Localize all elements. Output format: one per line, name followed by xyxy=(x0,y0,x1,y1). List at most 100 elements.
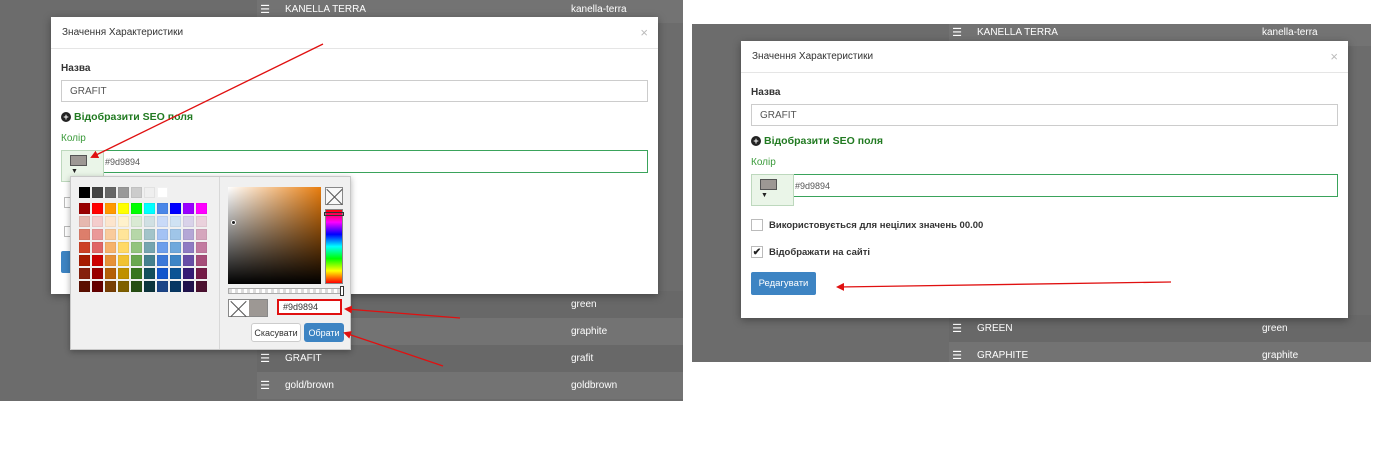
palette-color-swatch[interactable] xyxy=(105,255,116,266)
palette-color-swatch[interactable] xyxy=(131,216,142,227)
palette-color-swatch[interactable] xyxy=(170,242,181,253)
palette-color-swatch[interactable] xyxy=(79,203,90,214)
palette-color-swatch[interactable] xyxy=(92,268,103,279)
alpha-slider[interactable] xyxy=(228,286,344,296)
palette-color-swatch[interactable] xyxy=(170,203,181,214)
palette-color-swatch[interactable] xyxy=(118,187,129,198)
palette-color-swatch[interactable] xyxy=(105,203,116,214)
hamburger-icon[interactable]: ☰ xyxy=(257,352,273,365)
palette-color-swatch[interactable] xyxy=(79,216,90,227)
palette-color-swatch[interactable] xyxy=(118,216,129,227)
show-on-site-checkbox[interactable]: ✔ xyxy=(751,246,763,258)
palette-color-swatch[interactable] xyxy=(92,255,103,266)
palette-color-swatch[interactable] xyxy=(118,281,129,292)
palette-color-swatch[interactable] xyxy=(118,268,129,279)
show-seo-fields-link[interactable]: + Відобразити SEO поля xyxy=(61,111,648,123)
show-seo-fields-link[interactable]: + Відобразити SEO поля xyxy=(751,135,1338,147)
color-hex-input[interactable]: #9d9894 xyxy=(61,150,648,173)
palette-color-swatch[interactable] xyxy=(105,187,116,198)
palette-color-swatch[interactable] xyxy=(131,268,142,279)
hamburger-icon[interactable]: ☰ xyxy=(949,349,965,362)
show-on-site-row[interactable]: ✔ Відображати на сайті xyxy=(751,246,1338,258)
palette-color-swatch[interactable] xyxy=(196,216,207,227)
no-color-icon[interactable] xyxy=(325,187,343,205)
palette-color-swatch[interactable] xyxy=(118,255,129,266)
table-row[interactable]: ☰ gold/brown goldbrown xyxy=(257,372,683,399)
palette-color-swatch[interactable] xyxy=(196,229,207,240)
palette-color-swatch[interactable] xyxy=(170,216,181,227)
palette-color-swatch[interactable] xyxy=(92,242,103,253)
hamburger-icon[interactable]: ☰ xyxy=(949,322,965,335)
palette-color-swatch[interactable] xyxy=(79,187,90,198)
close-icon[interactable]: × xyxy=(1330,49,1338,64)
picker-hex-input[interactable]: #9d9894 xyxy=(277,299,342,315)
palette-color-swatch[interactable] xyxy=(183,203,194,214)
palette-color-swatch[interactable] xyxy=(157,216,168,227)
palette-color-swatch[interactable] xyxy=(92,203,103,214)
palette-color-swatch[interactable] xyxy=(196,268,207,279)
palette-color-swatch[interactable] xyxy=(183,255,194,266)
close-icon[interactable]: × xyxy=(640,25,648,40)
palette-color-swatch[interactable] xyxy=(144,187,155,198)
palette-color-swatch[interactable] xyxy=(183,229,194,240)
hue-handle[interactable] xyxy=(324,212,344,216)
palette-color-swatch[interactable] xyxy=(92,281,103,292)
palette-color-swatch[interactable] xyxy=(157,203,168,214)
cancel-button[interactable]: Скасувати xyxy=(251,323,301,342)
palette-color-swatch[interactable] xyxy=(105,268,116,279)
palette-color-swatch[interactable] xyxy=(105,216,116,227)
palette-color-swatch[interactable] xyxy=(183,216,194,227)
sv-cursor[interactable] xyxy=(231,220,236,225)
hue-slider[interactable] xyxy=(324,209,344,284)
fractional-values-checkbox[interactable] xyxy=(751,219,763,231)
palette-color-swatch[interactable] xyxy=(105,242,116,253)
palette-color-swatch[interactable] xyxy=(131,203,142,214)
palette-color-swatch[interactable] xyxy=(144,281,155,292)
palette-color-swatch[interactable] xyxy=(131,281,142,292)
palette-color-swatch[interactable] xyxy=(170,229,181,240)
table-row[interactable]: ☰ GRAPHITE graphite xyxy=(949,342,1371,362)
hamburger-icon[interactable]: ☰ xyxy=(257,379,273,392)
hamburger-icon[interactable]: ☰ xyxy=(257,3,273,16)
palette-color-swatch[interactable] xyxy=(105,281,116,292)
palette-color-swatch[interactable] xyxy=(79,242,90,253)
palette-color-swatch[interactable] xyxy=(79,255,90,266)
palette-color-swatch[interactable] xyxy=(79,229,90,240)
palette-color-swatch[interactable] xyxy=(196,255,207,266)
color-hex-input[interactable]: #9d9894 xyxy=(751,174,1338,197)
palette-color-swatch[interactable] xyxy=(79,268,90,279)
palette-color-swatch[interactable] xyxy=(131,242,142,253)
name-input[interactable]: GRAFIT xyxy=(61,80,648,102)
choose-button[interactable]: Обрати xyxy=(304,323,344,342)
palette-color-swatch[interactable] xyxy=(92,216,103,227)
palette-color-swatch[interactable] xyxy=(196,203,207,214)
fractional-values-row[interactable]: Використовується для нецілих значень 00.… xyxy=(751,219,1338,231)
palette-color-swatch[interactable] xyxy=(196,242,207,253)
color-swatch-button[interactable]: ▼ xyxy=(751,174,794,206)
palette-color-swatch[interactable] xyxy=(79,281,90,292)
palette-color-swatch[interactable] xyxy=(170,281,181,292)
palette-color-swatch[interactable] xyxy=(183,242,194,253)
name-input[interactable]: GRAFIT xyxy=(751,104,1338,126)
palette-color-swatch[interactable] xyxy=(196,281,207,292)
saturation-value-area[interactable] xyxy=(228,187,321,284)
palette-color-swatch[interactable] xyxy=(144,242,155,253)
palette-color-swatch[interactable] xyxy=(183,268,194,279)
palette-color-swatch[interactable] xyxy=(118,203,129,214)
edit-submit-button[interactable]: Редагувати xyxy=(751,272,816,295)
palette-color-swatch[interactable] xyxy=(92,187,103,198)
palette-color-swatch[interactable] xyxy=(92,229,103,240)
palette-color-swatch[interactable] xyxy=(105,229,116,240)
palette-color-swatch[interactable] xyxy=(144,268,155,279)
hamburger-icon[interactable]: ☰ xyxy=(949,26,965,39)
palette-color-swatch[interactable] xyxy=(157,229,168,240)
alpha-handle[interactable] xyxy=(340,286,344,296)
palette-color-swatch[interactable] xyxy=(170,268,181,279)
palette-color-swatch[interactable] xyxy=(144,255,155,266)
palette-color-swatch[interactable] xyxy=(157,187,168,198)
palette-color-swatch[interactable] xyxy=(144,203,155,214)
palette-color-swatch[interactable] xyxy=(157,242,168,253)
palette-color-swatch[interactable] xyxy=(170,255,181,266)
palette-color-swatch[interactable] xyxy=(131,187,142,198)
palette-color-swatch[interactable] xyxy=(157,255,168,266)
